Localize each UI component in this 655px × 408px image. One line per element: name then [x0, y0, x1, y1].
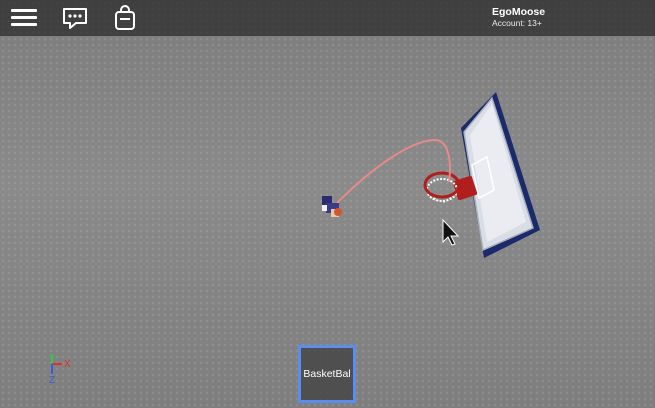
mouse-cursor-icon	[442, 218, 460, 246]
username: EgoMoose	[492, 6, 546, 18]
user-info: EgoMoose Account: 13+	[492, 6, 545, 29]
chat-bubble-icon[interactable]	[60, 3, 90, 33]
top-bar: EgoMoose Account: 13+	[0, 0, 655, 36]
axis-gizmo: X Z	[42, 350, 78, 386]
axis-x-label: X	[64, 359, 71, 370]
ball-trajectory	[336, 138, 451, 204]
hamburger-menu-icon[interactable]	[9, 3, 39, 33]
account-age-label: Account: 13+	[492, 18, 542, 28]
basketball	[334, 208, 342, 216]
backpack-icon[interactable]	[110, 3, 140, 33]
hotbar-slot-basketball[interactable]: BasketBal	[298, 345, 356, 403]
basketball-hoop	[423, 92, 540, 258]
player-character	[322, 196, 342, 217]
axis-z-label: Z	[49, 375, 55, 384]
hotbar-slot-label: BasketBal	[303, 368, 351, 380]
